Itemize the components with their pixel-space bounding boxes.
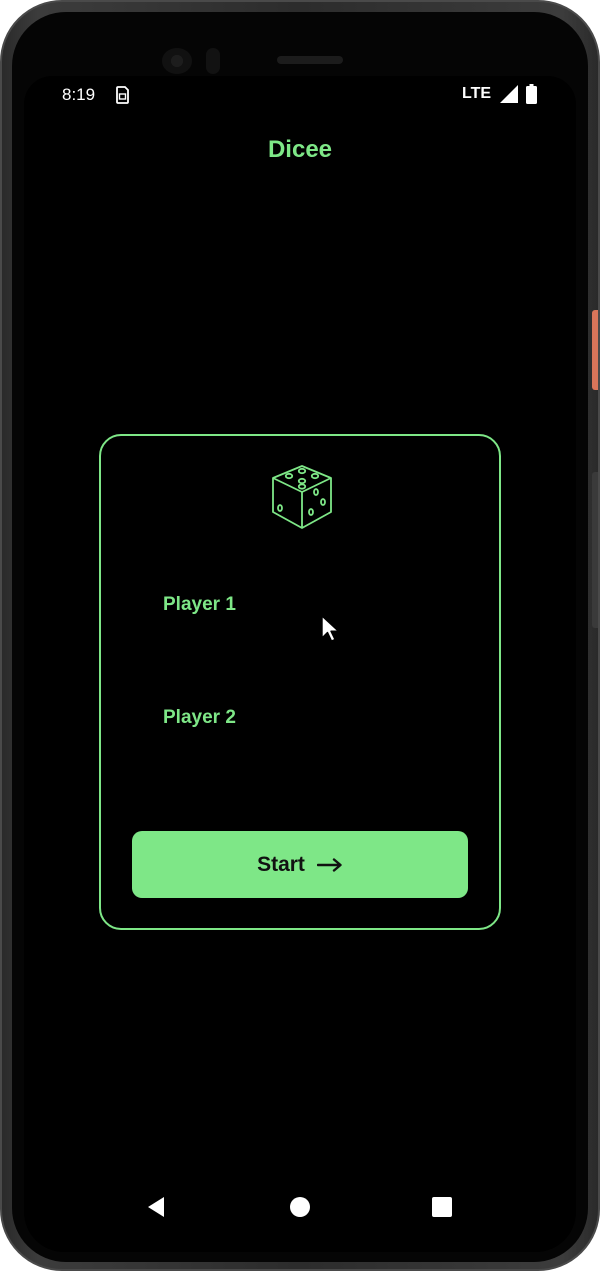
proximity-sensor (206, 48, 220, 74)
navigation-bar (24, 1182, 576, 1232)
status-time: 8:19 (62, 85, 96, 104)
sim-card-icon (116, 86, 129, 104)
player-1-input[interactable] (161, 591, 441, 625)
recents-icon[interactable] (432, 1197, 452, 1217)
arrow-right-icon (316, 857, 342, 872)
front-camera (162, 48, 192, 74)
earpiece-speaker (277, 56, 343, 64)
network-type: LTE (462, 85, 492, 102)
app-title: Dicee (267, 136, 333, 163)
start-button[interactable]: Start (132, 831, 468, 898)
screen: 8:19 LTE Dicee Player 1 Player 2 Start (24, 76, 576, 1252)
home-icon[interactable] (290, 1197, 310, 1217)
battery-icon (526, 84, 537, 104)
back-icon[interactable] (146, 1196, 166, 1218)
dice-icon (272, 465, 332, 529)
signal-icon (500, 85, 518, 103)
start-button-label: Start (257, 852, 305, 876)
phone-frame: 8:19 LTE Dicee Player 1 Player 2 Start (0, 0, 600, 1271)
power-button[interactable] (592, 310, 598, 390)
player-setup-card: Player 1 Player 2 Start (99, 434, 501, 930)
player-2-input[interactable] (161, 704, 441, 738)
volume-button[interactable] (592, 472, 598, 628)
mouse-cursor (321, 615, 340, 642)
status-bar: 8:19 LTE (24, 76, 576, 116)
